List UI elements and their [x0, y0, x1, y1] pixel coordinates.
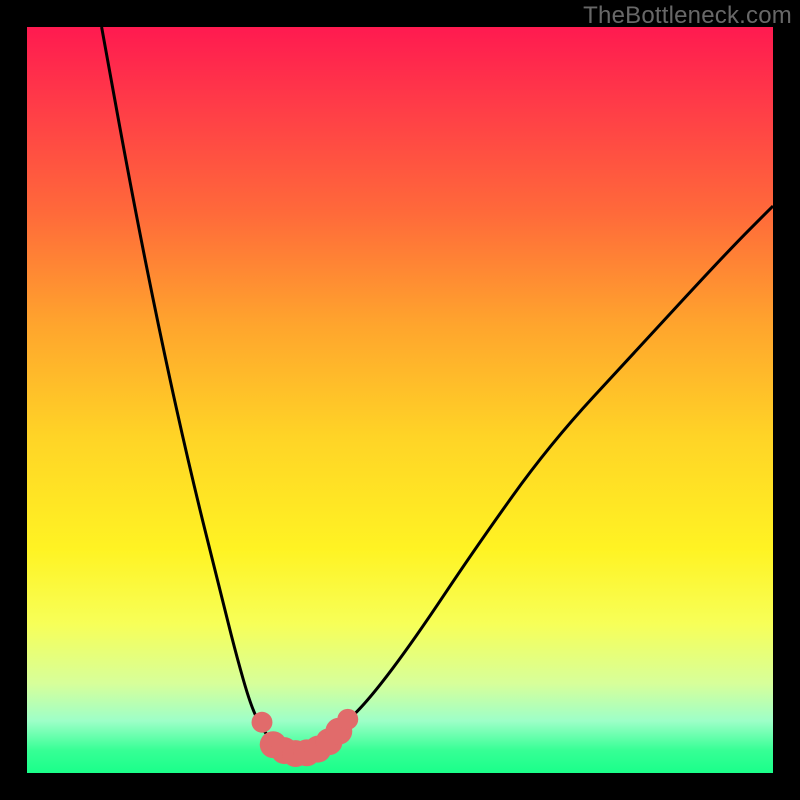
curve-dot: [252, 712, 273, 733]
chart-svg: [27, 27, 773, 773]
curve-right-branch: [296, 206, 773, 754]
curve-left-branch: [102, 27, 296, 754]
watermark-text: TheBottleneck.com: [583, 2, 792, 30]
curve-dots-group: [252, 709, 359, 767]
plot-area: [27, 27, 773, 773]
curve-dot: [337, 709, 358, 730]
